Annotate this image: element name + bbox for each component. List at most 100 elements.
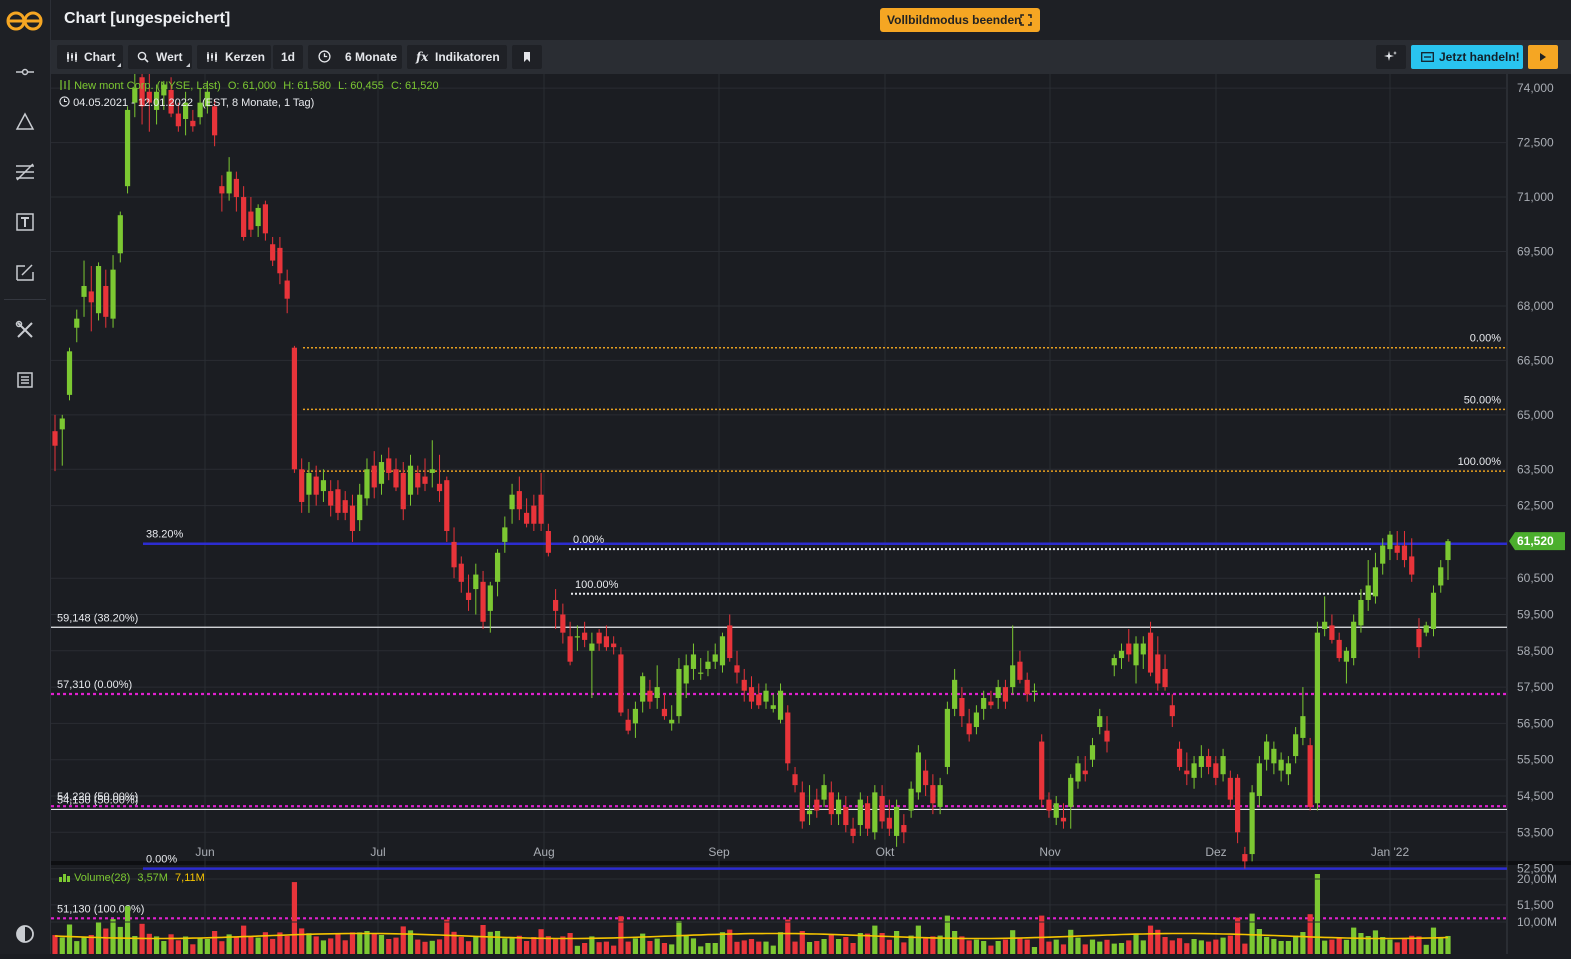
candle-body [763,690,769,702]
candle-body [1118,650,1125,659]
volume-bar [872,925,878,954]
candle-body [1264,741,1270,760]
volume-bar [654,938,660,954]
trade-now-button[interactable]: Jetzt handeln! [1411,45,1523,69]
candle-body [1147,632,1154,673]
volume-bar [582,943,588,954]
list-icon[interactable] [13,368,37,392]
logo-icon[interactable] [4,8,46,34]
value-search-button[interactable]: Wert [128,45,192,69]
volume-bar [197,938,203,954]
candlestick-chart[interactable]: 75,50074,00072,50071,00069,50068,00066,5… [51,27,1571,954]
candle-body [966,723,972,735]
white-fib-label: 100.00% [575,579,619,591]
chart-area[interactable]: 75,50074,00072,50071,00069,50068,00066,5… [51,27,1571,954]
y-tick-label: 53,500 [1517,825,1554,839]
volume-bar [335,934,341,954]
candle-body [676,668,682,717]
candle-body [879,796,885,822]
volume-tick-label: 10,00M [1517,915,1557,929]
candle-body [1046,799,1052,811]
candle-body [821,785,827,800]
shape-tool-icon[interactable] [13,110,37,134]
interval-button[interactable]: 1d [273,45,303,69]
candle-body [603,636,609,648]
volume-bar [1358,933,1364,954]
sparkle-button[interactable] [1376,45,1406,69]
volume-bar [1234,917,1241,954]
candles-button[interactable]: Kerzen [197,45,271,69]
close-value: C: 61,520 [390,80,439,92]
volume-bar [770,945,776,954]
candle-body [1423,625,1429,633]
period-button[interactable]: 6 Monate [308,45,402,69]
candles-icon [207,52,217,62]
volume-bar [1322,940,1328,954]
fullscreen-icon [1020,14,1032,26]
candle-body [959,697,965,717]
volume-value: 3,57M [137,872,168,884]
last-price-label: 61,520 [1517,534,1554,548]
candle-body [719,636,726,666]
indicators-button[interactable]: fx Indikatoren [407,45,507,69]
candle-body [233,178,239,198]
volume-bar [465,941,472,954]
candle-body [320,480,327,492]
annotation-tool-icon[interactable] [13,260,37,284]
tools-icon[interactable] [13,318,37,342]
volume-bar [676,921,682,954]
volume-bar [255,937,261,954]
white-level-label: 59,148 (38.20%) [57,612,138,624]
volume-bar [480,925,486,954]
candle-mini-icon [60,80,70,90]
line-tool-icon[interactable] [13,60,37,84]
exit-fullscreen-button[interactable]: Vollbildmodus beenden [880,8,1040,32]
candle-body [654,687,660,698]
bookmark-button[interactable] [512,45,542,69]
volume-bar [828,934,834,954]
volume-bar [291,882,298,954]
volume-bar [1140,940,1146,954]
volume-bar [110,919,116,954]
candle-body [799,792,805,822]
candle-body [661,708,668,717]
candle-body [1372,567,1379,597]
open-value: O: 61,000 [227,80,277,92]
candle-body [748,687,755,702]
trade-now-label: Jetzt handeln! [1439,50,1520,64]
volume-bar [241,925,247,954]
volume-bar [364,931,370,954]
volume-bar [1111,943,1117,954]
candle-body [792,774,798,786]
volume-bar [1060,944,1067,954]
candle-body [531,505,537,524]
candle-body [248,211,254,230]
candle-body [349,505,356,532]
volume-bar [523,941,530,954]
candle-body [589,643,595,651]
chart-button[interactable]: Chart [57,45,123,69]
volume-bar [1372,930,1379,954]
interval-label: 1d [280,50,295,64]
expand-panel-button[interactable] [1528,45,1558,69]
volume-bar [1010,930,1016,954]
volume-bar [1430,927,1437,954]
theme-toggle-icon[interactable] [13,922,37,946]
orange-fib-label: 100.00% [1458,456,1502,468]
fibonacci-tool-icon[interactable] [13,160,37,184]
sparkle-icon [1384,51,1397,61]
candle-body [1329,625,1335,640]
candle-body [1430,592,1437,630]
candle-body [560,614,566,633]
volume-bar [748,939,755,954]
candle-body [1031,690,1038,692]
y-tick-label: 63,500 [1517,462,1554,476]
text-tool-icon[interactable] [13,210,37,234]
candle-body [1155,654,1161,684]
volume-bar [1423,944,1429,954]
y-tick-label: 59,500 [1517,608,1554,622]
candle-body [908,788,914,811]
candle-body [1409,556,1415,575]
candle-body [596,632,602,644]
volume-bar [952,931,958,954]
